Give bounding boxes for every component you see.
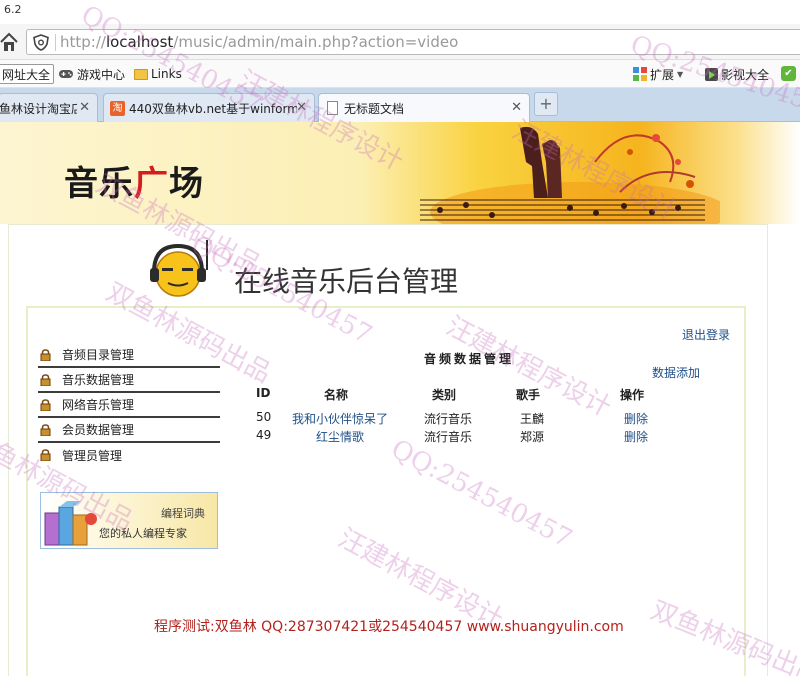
sidebar-item-label: 会员数据管理	[62, 423, 135, 437]
bookmarks-bar: 网址大全 游戏中心 Links 扩展 ▼ 影视大全 ✔	[0, 60, 800, 88]
section-title: 音频数据管理	[424, 352, 515, 366]
sidebar-item-label: 音频目录管理	[62, 348, 135, 362]
lock-icon	[40, 449, 51, 461]
chevron-down-icon: ▼	[677, 69, 684, 79]
close-icon[interactable]: ✕	[511, 100, 522, 115]
bookmark-url-hub[interactable]: 网址大全	[0, 64, 55, 84]
ad-subtitle: 您的私人编程专家	[99, 527, 187, 540]
headset-smiley-icon	[150, 240, 208, 297]
browser-version: 6.2	[4, 3, 22, 16]
sidebar-item-audio-catalog[interactable]: 音频目录管理	[38, 343, 220, 368]
navigation-bar: http://localhost/music/admin/main.php?ac…	[0, 24, 800, 60]
window-titlebar: 6.2	[0, 0, 800, 24]
gamepad-icon	[59, 70, 73, 78]
sidebar-item-label: 网络音乐管理	[62, 398, 135, 412]
close-icon[interactable]: ✕	[79, 100, 90, 115]
new-tab-button[interactable]: +	[534, 92, 558, 116]
taobao-icon: 淘	[110, 100, 125, 116]
tab-taobao-shop[interactable]: 鱼林设计淘宝店 ✕	[0, 93, 98, 122]
dictionary-ad-banner[interactable]: 编程词典 您的私人编程专家	[40, 492, 218, 549]
column-header-category: 类别	[432, 388, 457, 402]
tab-bar: 鱼林设计淘宝店 ✕ 淘 440双鱼林vb.net基于winform ✕ 无标题文…	[0, 88, 800, 122]
url-text[interactable]: http://localhost/music/admin/main.php?ac…	[60, 33, 458, 51]
delete-link[interactable]: 删除	[624, 428, 648, 445]
tab-label: 鱼林设计淘宝店	[0, 101, 77, 116]
column-header-name: 名称	[324, 388, 349, 402]
table-cell-name[interactable]: 红尘情歌	[316, 428, 364, 445]
sidebar-item-label: 管理员管理	[62, 449, 123, 463]
extensions-button[interactable]: 扩展 ▼	[633, 65, 683, 83]
table-cell-name[interactable]: 我和小伙伴惊呆了	[292, 410, 388, 427]
sidebar-menu: 音频目录管理 音乐数据管理 网络音乐管理 会员数据管理 管理员管理	[38, 343, 220, 468]
video-label: 影视大全	[721, 67, 770, 82]
books-icon	[44, 501, 97, 546]
column-header-action: 操作	[620, 388, 645, 402]
add-data-link[interactable]: 数据添加	[652, 364, 700, 381]
address-separator	[55, 34, 56, 51]
sidebar-item-network-music[interactable]: 网络音乐管理	[38, 393, 220, 418]
close-icon[interactable]: ✕	[296, 100, 307, 115]
lock-icon	[40, 399, 51, 411]
shield-plugin-icon[interactable]: ✔	[781, 66, 796, 81]
tab-label: 440双鱼林vb.net基于winform	[129, 101, 297, 116]
table-cell-id: 49	[256, 428, 272, 442]
play-icon	[705, 67, 718, 81]
banner-logo: 音乐广场	[64, 164, 204, 204]
lock-icon	[40, 424, 51, 436]
address-bar[interactable]: http://localhost/music/admin/main.php?ac…	[26, 29, 800, 55]
tab-winform-project[interactable]: 淘 440双鱼林vb.net基于winform ✕	[103, 93, 315, 122]
folder-icon	[134, 68, 148, 80]
tab-label: 无标题文档	[344, 101, 405, 116]
music-banner: 音乐广场	[0, 122, 800, 224]
table-cell-id: 50	[256, 410, 272, 424]
tab-untitled-document[interactable]: 无标题文档 ✕	[318, 93, 530, 122]
column-header-id: ID	[256, 386, 271, 400]
table-cell-singer: 王麟	[520, 412, 545, 426]
sidebar-item-member-data[interactable]: 会员数据管理	[38, 418, 220, 443]
home-icon[interactable]	[0, 32, 18, 52]
footer-credit: 程序测试:双鱼林 QQ:287307421或254540457 www.shua…	[154, 619, 624, 635]
bookmark-label: 网址大全	[2, 67, 51, 82]
ad-title: 编程词典	[161, 507, 205, 520]
extensions-icon	[633, 67, 647, 81]
bookmark-label: 游戏中心	[77, 67, 126, 82]
bookmark-game-center[interactable]: 游戏中心	[58, 65, 125, 83]
page-content: 音乐广场 在线音乐后台管理 音频目录管理 音乐数据管理 网络音乐管理 会员数据管…	[0, 122, 800, 676]
lock-icon	[40, 374, 51, 386]
music-illustration	[420, 126, 720, 224]
delete-link[interactable]: 删除	[624, 410, 648, 427]
table-cell-category: 流行音乐	[424, 412, 473, 426]
lock-icon	[40, 349, 51, 361]
sidebar-item-label: 音乐数据管理	[62, 373, 135, 387]
page-title: 在线音乐后台管理	[234, 265, 459, 298]
sidebar-item-admin[interactable]: 管理员管理	[38, 443, 220, 468]
video-bookmark[interactable]: 影视大全	[705, 65, 769, 83]
extensions-label: 扩展	[650, 67, 675, 82]
sidebar-item-music-data[interactable]: 音乐数据管理	[38, 368, 220, 393]
bookmark-links-folder[interactable]: Links	[134, 65, 182, 83]
table-cell-category: 流行音乐	[424, 430, 473, 444]
logout-link[interactable]: 退出登录	[682, 326, 730, 343]
shield-icon[interactable]	[33, 34, 49, 51]
document-icon	[327, 101, 338, 115]
bookmark-label: Links	[151, 67, 182, 81]
table-cell-singer: 郑源	[520, 430, 545, 444]
column-header-singer: 歌手	[516, 388, 541, 402]
